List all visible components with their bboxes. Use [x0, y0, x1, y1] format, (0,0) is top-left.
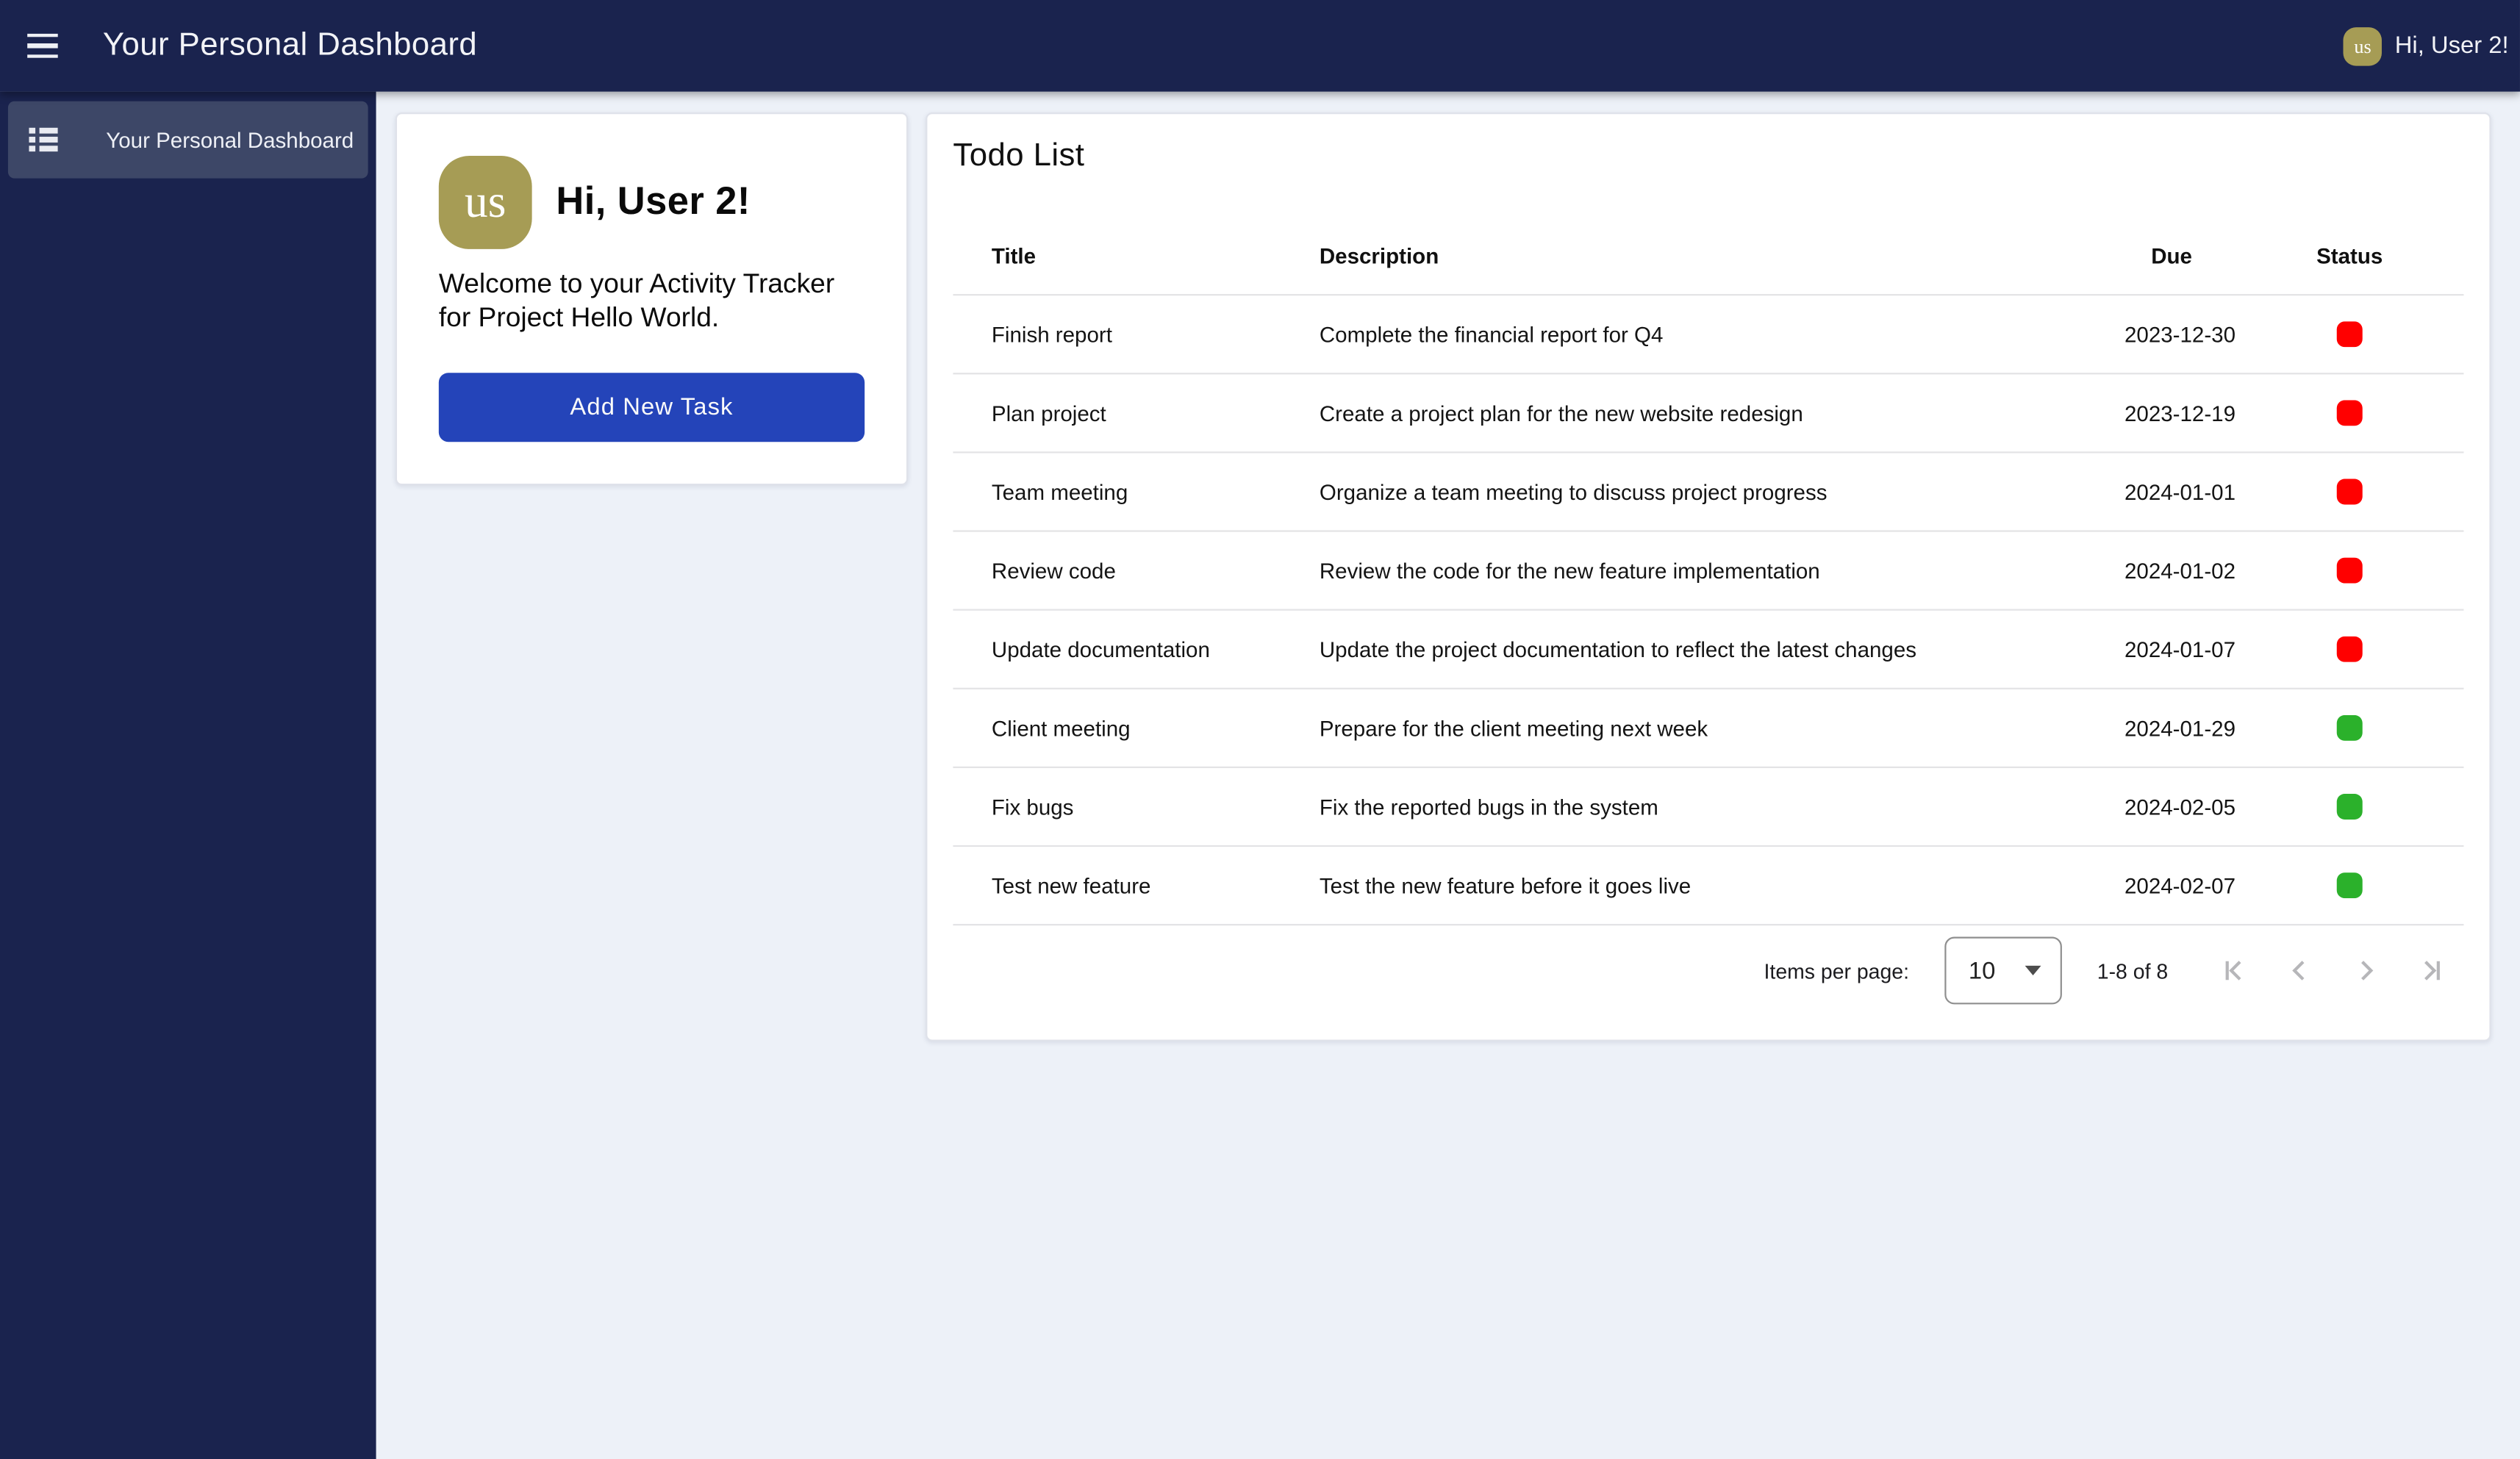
- todo-description-cell: Create a project plan for the new websit…: [1281, 401, 2081, 425]
- todo-title-cell: Finish report: [953, 322, 1281, 346]
- todo-title-cell: Update documentation: [953, 637, 1281, 662]
- page-size-value: 10: [1969, 957, 1995, 984]
- user-chip: us Hi, User 2!: [2344, 26, 2509, 65]
- todo-table: Title Description Due Status Finish repo…: [953, 217, 2463, 925]
- next-page-button[interactable]: [2332, 939, 2398, 1003]
- todo-title-cell: Review code: [953, 559, 1281, 583]
- status-chip: [2337, 322, 2362, 347]
- app-title: Your Personal Dashboard: [103, 27, 477, 64]
- sidebar: Your Personal Dashboard: [0, 92, 376, 1459]
- status-chip: [2337, 795, 2362, 820]
- todo-title-cell: Client meeting: [953, 716, 1281, 740]
- todo-description-cell: Complete the financial report for Q4: [1281, 322, 2081, 346]
- todo-due-cell: 2024-01-07: [2081, 637, 2236, 662]
- todo-description-cell: Test the new feature before it goes live: [1281, 873, 2081, 897]
- todo-description-cell: Organize a team meeting to discuss proje…: [1281, 480, 2081, 504]
- todo-card: Todo List Title Description Due Status F…: [926, 112, 2491, 1042]
- top-navbar: Your Personal Dashboard us Hi, User 2!: [0, 0, 2520, 92]
- todo-description-cell: Prepare for the client meeting next week: [1281, 716, 2081, 740]
- status-chip: [2337, 558, 2362, 583]
- last-page-icon: [2415, 955, 2447, 987]
- main-content: us Hi, User 2! Welcome to your Activity …: [376, 92, 2520, 1459]
- welcome-message: Welcome to your Activity Tracker for Pro…: [439, 267, 865, 334]
- column-header-due: Due: [2081, 243, 2236, 268]
- last-page-button[interactable]: [2398, 939, 2464, 1003]
- table-row: Test new feature Test the new feature be…: [953, 847, 2463, 925]
- chevron-right-icon: [2349, 955, 2381, 987]
- todo-description-cell: Review the code for the new feature impl…: [1281, 559, 2081, 583]
- column-header-status: Status: [2236, 243, 2463, 268]
- sidebar-item-dashboard[interactable]: Your Personal Dashboard: [8, 101, 368, 179]
- todo-due-cell: 2024-01-29: [2081, 716, 2236, 740]
- todo-description-cell: Fix the reported bugs in the system: [1281, 795, 2081, 819]
- table-header-row: Title Description Due Status: [953, 217, 2463, 295]
- page-size-select[interactable]: 10: [1944, 937, 2062, 1005]
- paginator: Items per page: 10 1-8 of 8: [953, 925, 2463, 1015]
- status-chip: [2337, 873, 2362, 898]
- todo-due-cell: 2024-02-05: [2081, 795, 2236, 819]
- avatar-large: us: [439, 156, 532, 249]
- table-row: Review code Review the code for the new …: [953, 532, 2463, 611]
- todo-due-cell: 2024-01-02: [2081, 559, 2236, 583]
- table-row: Finish report Complete the financial rep…: [953, 295, 2463, 374]
- todo-title-cell: Fix bugs: [953, 795, 1281, 819]
- status-chip: [2337, 479, 2362, 504]
- table-row: Client meeting Prepare for the client me…: [953, 689, 2463, 768]
- todo-table-body: Finish report Complete the financial rep…: [953, 295, 2463, 925]
- avatar: us: [2344, 26, 2382, 65]
- chevron-left-icon: [2283, 955, 2315, 987]
- todo-title-cell: Plan project: [953, 401, 1281, 425]
- dropdown-arrow-icon: [2025, 966, 2041, 975]
- status-chip: [2337, 715, 2362, 740]
- first-page-button[interactable]: [2200, 939, 2266, 1003]
- table-row: Fix bugs Fix the reported bugs in the sy…: [953, 768, 2463, 847]
- hamburger-menu-icon[interactable]: [27, 33, 60, 58]
- todo-due-cell: 2024-01-01: [2081, 480, 2236, 504]
- table-row: Team meeting Organize a team meeting to …: [953, 454, 2463, 532]
- list-icon: [29, 127, 57, 153]
- todo-description-cell: Update the project documentation to refl…: [1281, 637, 2081, 662]
- todo-due-cell: 2024-02-07: [2081, 873, 2236, 897]
- welcome-card: us Hi, User 2! Welcome to your Activity …: [395, 112, 908, 485]
- page-range-label: 1-8 of 8: [2097, 958, 2168, 983]
- previous-page-button[interactable]: [2266, 939, 2333, 1003]
- column-header-description: Description: [1281, 243, 2081, 268]
- todo-due-cell: 2023-12-30: [2081, 322, 2236, 346]
- first-page-icon: [2217, 955, 2249, 987]
- status-chip: [2337, 401, 2362, 426]
- todo-title-cell: Team meeting: [953, 480, 1281, 504]
- table-row: Update documentation Update the project …: [953, 611, 2463, 689]
- column-header-title: Title: [953, 243, 1281, 268]
- todo-due-cell: 2023-12-19: [2081, 401, 2236, 425]
- todo-list-title: Todo List: [953, 138, 2463, 175]
- table-row: Plan project Create a project plan for t…: [953, 374, 2463, 453]
- app: Your Personal Dashboard us Hi, User 2! Y…: [0, 0, 2520, 1459]
- sidebar-item-label: Your Personal Dashboard: [106, 128, 354, 152]
- items-per-page-label: Items per page:: [1764, 958, 1909, 983]
- add-new-task-button[interactable]: Add New Task: [439, 373, 865, 442]
- user-greeting: Hi, User 2!: [2395, 32, 2509, 60]
- status-chip: [2337, 637, 2362, 662]
- todo-title-cell: Test new feature: [953, 873, 1281, 897]
- greeting-heading: Hi, User 2!: [556, 180, 750, 225]
